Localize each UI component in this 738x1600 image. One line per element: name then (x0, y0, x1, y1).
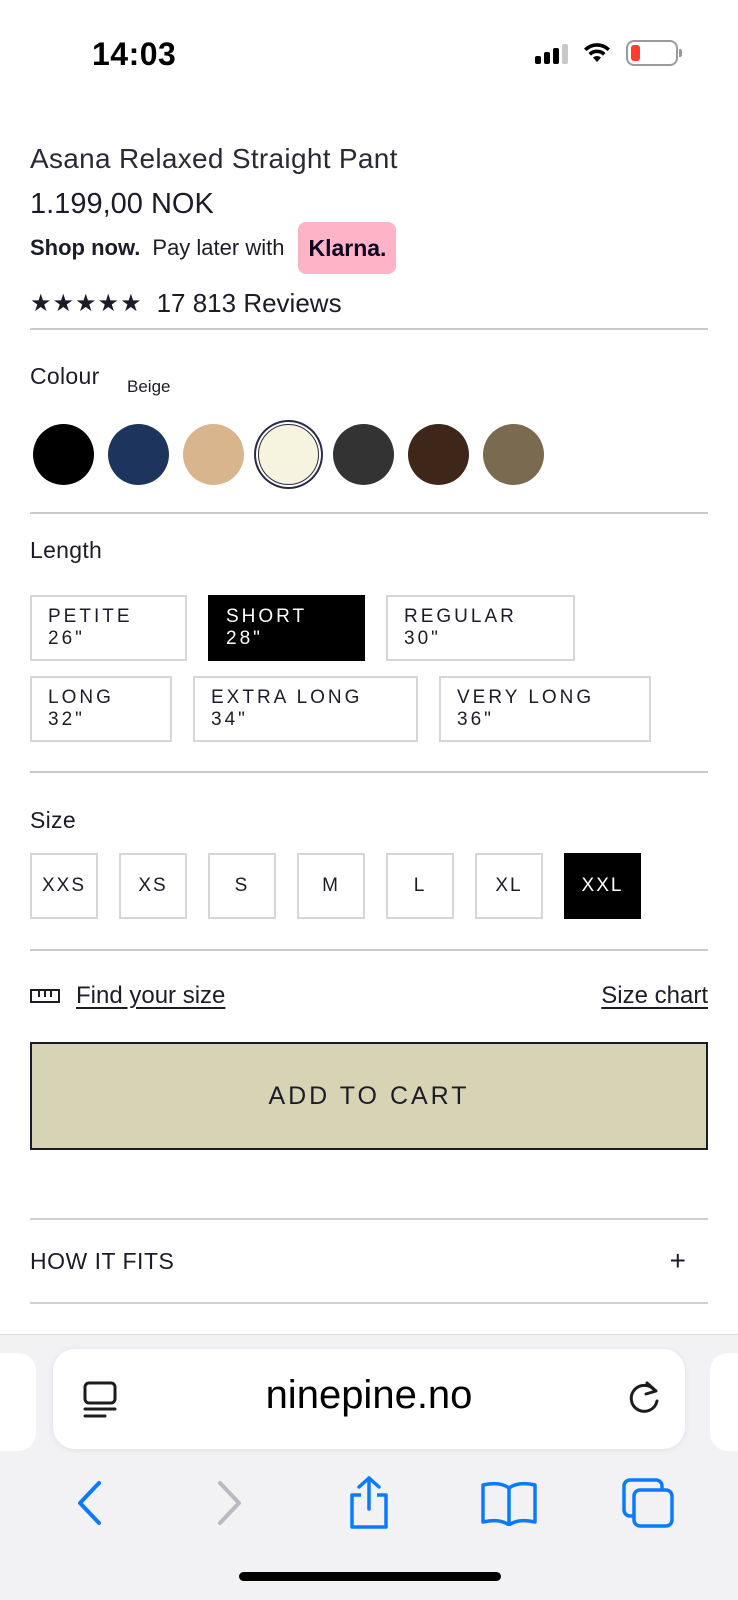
klarna-bold-text: Shop now. (30, 235, 141, 260)
size-chart-link[interactable]: Size chart (601, 982, 708, 1010)
status-bar: 14:03 (0, 0, 738, 100)
colour-swatches (33, 424, 544, 485)
find-your-size[interactable]: Find your size (30, 982, 225, 1010)
length-option-very-long[interactable]: VERY LONG 36" (439, 676, 651, 742)
url-text[interactable]: ninepine.no (53, 1373, 685, 1418)
how-it-fits-accordion[interactable]: HOW IT FITS + (30, 1218, 708, 1304)
colour-swatch[interactable] (408, 424, 469, 485)
reviews-link[interactable]: ★★★★★ 17 813 Reviews (30, 288, 342, 319)
klarna-promo: Shop now. Pay later with Klarna. (30, 222, 397, 274)
tabs-icon (622, 1478, 674, 1528)
divider (30, 949, 708, 951)
colour-swatch[interactable] (483, 424, 544, 485)
colour-swatch[interactable] (333, 424, 394, 485)
colour-swatch[interactable] (33, 424, 94, 485)
divider (30, 771, 708, 773)
accordion-label: HOW IT FITS (30, 1247, 175, 1274)
length-option-short[interactable]: SHORT 28" (208, 595, 365, 661)
colour-label: Colour (30, 363, 100, 389)
home-indicator[interactable] (239, 1572, 501, 1581)
forward-button[interactable] (199, 1473, 259, 1533)
klarna-logo: Klarna. (298, 222, 397, 274)
size-option-xl[interactable]: XL (475, 853, 543, 919)
plus-icon: + (669, 1245, 686, 1276)
reviews-count: 17 813 Reviews (156, 288, 342, 318)
product-price: 1.199,00 NOK (30, 188, 214, 220)
length-option-regular[interactable]: REGULAR 30" (386, 595, 575, 661)
size-option-m[interactable]: M (297, 853, 365, 919)
rating-stars-icon: ★★★★★ (30, 290, 143, 317)
battery-level (631, 45, 640, 61)
klarna-text: Pay later with (152, 235, 285, 260)
previous-tab-preview[interactable] (0, 1353, 36, 1451)
address-bar[interactable]: ninepine.no (53, 1349, 685, 1449)
colour-swatch[interactable] (108, 424, 169, 485)
browser-toolbar (0, 1463, 738, 1543)
tabs-button[interactable] (618, 1473, 678, 1533)
size-option-xxl[interactable]: XXL (564, 853, 641, 919)
bookmarks-button[interactable] (479, 1473, 539, 1533)
add-to-cart-button[interactable]: ADD TO CART (30, 1042, 708, 1150)
size-option-l[interactable]: L (386, 853, 454, 919)
battery-icon (626, 40, 682, 66)
back-chevron-icon (77, 1481, 101, 1525)
signal-icon (535, 42, 568, 64)
ruler-icon (30, 989, 60, 1003)
length-option-long[interactable]: LONG 32" (30, 676, 172, 742)
status-time: 14:03 (92, 36, 177, 72)
length-option-extra-long[interactable]: EXTRA LONG 34" (193, 676, 418, 742)
size-option-xs[interactable]: XS (119, 853, 187, 919)
product-name: Asana Relaxed Straight Pant (30, 143, 398, 174)
status-icons (535, 40, 682, 66)
reload-icon[interactable] (625, 1379, 663, 1417)
browser-chrome: ninepine.no (0, 1334, 738, 1600)
wifi-icon (584, 43, 610, 62)
book-icon (480, 1482, 537, 1526)
share-button[interactable] (339, 1473, 399, 1533)
colour-swatch[interactable] (183, 424, 244, 485)
divider (30, 512, 708, 514)
next-tab-preview[interactable] (710, 1353, 738, 1451)
length-options-row-1: PETITE 26" SHORT 28" REGULAR 30" (30, 595, 575, 661)
share-icon (350, 1476, 388, 1529)
colour-swatch-selected[interactable] (258, 424, 319, 485)
back-button[interactable] (60, 1473, 120, 1533)
length-option-petite[interactable]: PETITE 26" (30, 595, 187, 661)
length-options-row-2: LONG 32" EXTRA LONG 34" VERY LONG 36" (30, 676, 651, 742)
size-option-xxs[interactable]: XXS (30, 853, 98, 919)
length-label: Length (30, 537, 103, 563)
size-option-s[interactable]: S (208, 853, 276, 919)
size-label: Size (30, 807, 76, 833)
find-your-size-link[interactable]: Find your size (76, 982, 225, 1010)
size-options: XXS XS S M L XL XXL (30, 853, 641, 919)
forward-chevron-icon (218, 1481, 242, 1525)
divider (30, 328, 708, 330)
colour-selected-value: Beige (127, 377, 171, 396)
